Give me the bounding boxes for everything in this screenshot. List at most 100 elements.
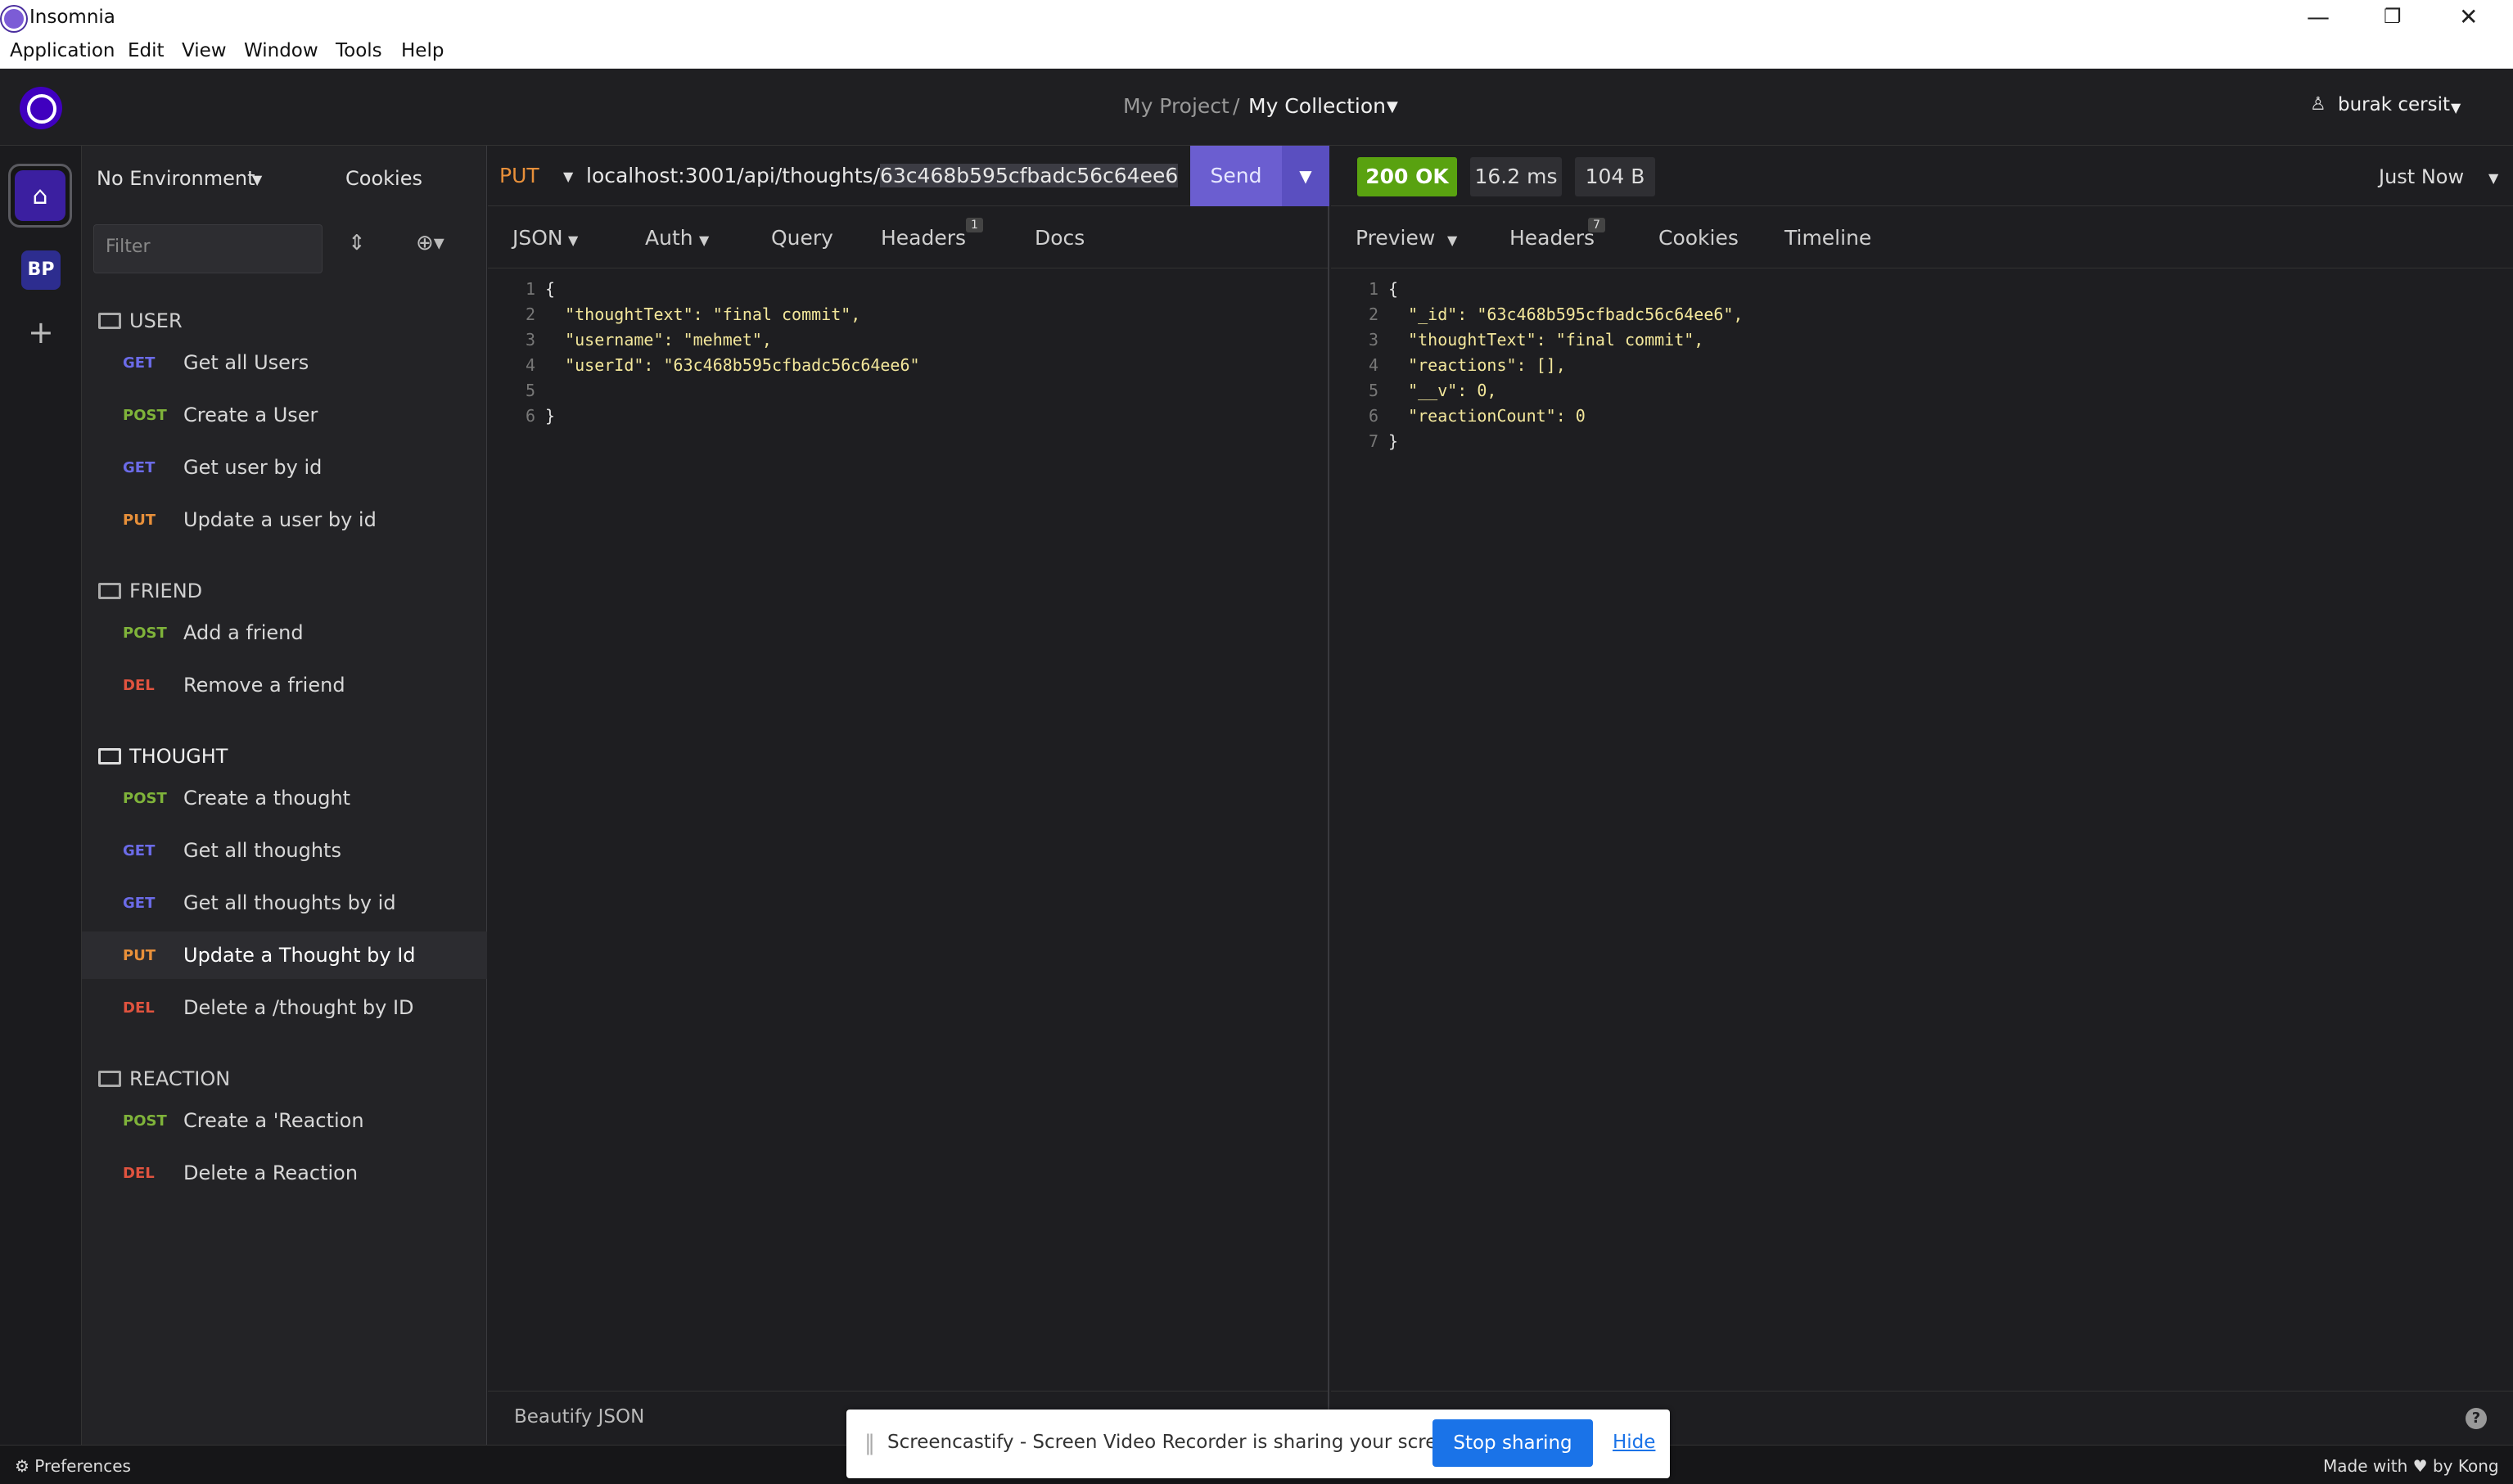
code-text: "__v": 0, bbox=[1388, 381, 1497, 400]
method-badge: DEL bbox=[123, 676, 155, 694]
line-number: 6 bbox=[525, 406, 535, 426]
url-bar: PUT ▼ localhost:3001/api/thoughts/63c468… bbox=[488, 146, 1329, 206]
request-item[interactable]: POST Create a 'Reaction bbox=[123, 1097, 475, 1144]
breadcrumb-project[interactable]: My Project bbox=[1123, 94, 1229, 118]
request-item[interactable]: POST Create a thought bbox=[123, 774, 475, 822]
response-body-viewer[interactable]: 1{ 2 "_id": "63c468b595cfbadc56c64ee6", … bbox=[1354, 277, 2418, 454]
add-workspace-icon[interactable]: + bbox=[28, 314, 54, 350]
request-item[interactable]: DEL Delete a Reaction bbox=[123, 1149, 475, 1197]
line-number: 3 bbox=[1368, 330, 1378, 350]
tab-docs[interactable]: Docs bbox=[1035, 226, 1085, 250]
menu-edit[interactable]: Edit bbox=[128, 40, 165, 61]
collection-chevron-down-icon[interactable]: ▼ bbox=[1387, 98, 1398, 115]
tab-preview[interactable]: Preview bbox=[1356, 226, 1435, 250]
request-item[interactable]: PUT Update a user by id bbox=[123, 496, 475, 544]
method-selector[interactable]: PUT bbox=[499, 164, 539, 187]
hide-link[interactable]: Hide bbox=[1613, 1432, 1655, 1453]
add-request-icon[interactable]: ⊕▾ bbox=[416, 231, 444, 255]
line-number: 1 bbox=[525, 279, 535, 299]
breadcrumb-collection[interactable]: My Collection bbox=[1248, 94, 1386, 118]
environment-chevron-down-icon[interactable]: ▼ bbox=[252, 172, 262, 187]
tab-timeline[interactable]: Timeline bbox=[1784, 226, 1871, 250]
preferences-button[interactable]: ⚙ Preferences bbox=[15, 1456, 131, 1476]
home-button[interactable]: ⌂ bbox=[8, 164, 72, 228]
tab-headers[interactable]: Headers 1 bbox=[881, 218, 983, 250]
tab-response-headers[interactable]: Headers 7 bbox=[1509, 218, 1605, 250]
help-icon[interactable]: ? bbox=[2466, 1408, 2487, 1429]
code-line: 5 "__v": 0, bbox=[1354, 378, 2418, 404]
line-number: 3 bbox=[525, 330, 535, 350]
request-body-editor[interactable]: 1{ 2 "thoughtText": "final commit", 3 "u… bbox=[511, 277, 1247, 429]
send-button[interactable]: Send bbox=[1190, 146, 1282, 206]
code-line: 7} bbox=[1354, 429, 2418, 454]
folder-thought[interactable]: THOUGHT bbox=[98, 745, 228, 768]
folder-reaction[interactable]: REACTION bbox=[98, 1067, 230, 1090]
tab-response-cookies[interactable]: Cookies bbox=[1658, 226, 1739, 250]
request-item[interactable]: DEL Remove a friend bbox=[123, 661, 475, 709]
method-badge: GET bbox=[123, 354, 156, 372]
tab-auth[interactable]: Auth bbox=[645, 226, 693, 250]
drag-handle-icon[interactable]: ‖ bbox=[864, 1431, 875, 1455]
code-line: 6} bbox=[511, 404, 1247, 429]
request-name: Get user by id bbox=[183, 456, 323, 479]
close-button[interactable]: ✕ bbox=[2459, 3, 2478, 30]
request-name: Update a user by id bbox=[183, 508, 377, 531]
cookies-button[interactable]: Cookies bbox=[345, 167, 422, 190]
request-item[interactable]: GET Get all thoughts by id bbox=[123, 879, 475, 927]
response-meta-bar: 200 OK 16.2 ms 104 B Just Now ▼ bbox=[1331, 146, 2513, 206]
menu-tools[interactable]: Tools bbox=[336, 40, 382, 61]
workspace-rail: ⌂ BP + bbox=[0, 146, 82, 1445]
request-item[interactable]: GET Get all thoughts bbox=[123, 827, 475, 874]
response-time: 16.2 ms bbox=[1470, 157, 1562, 196]
code-line: 6 "reactionCount": 0 bbox=[1354, 404, 2418, 429]
code-line: 4 "userId": "63c468b595cfbadc56c64ee6" bbox=[511, 353, 1247, 378]
minimize-button[interactable]: — bbox=[2307, 3, 2330, 30]
url-input[interactable]: localhost:3001/api/thoughts/63c468b595cf… bbox=[586, 164, 1179, 187]
user-menu[interactable]: burak cersit bbox=[2338, 94, 2450, 115]
request-item[interactable]: POST Create a User bbox=[123, 391, 475, 439]
folder-label: THOUGHT bbox=[129, 745, 228, 768]
send-options-chevron-down-icon[interactable]: ▼ bbox=[1282, 146, 1329, 206]
method-badge: DEL bbox=[123, 1164, 155, 1182]
tab-query[interactable]: Query bbox=[771, 226, 833, 250]
menu-help[interactable]: Help bbox=[401, 40, 444, 61]
request-item[interactable]: GET Get user by id bbox=[123, 444, 475, 491]
menu-window[interactable]: Window bbox=[244, 40, 318, 61]
method-badge: GET bbox=[123, 458, 156, 476]
request-item[interactable]: GET Get all Users bbox=[123, 339, 475, 386]
line-number: 6 bbox=[1368, 406, 1378, 426]
sort-icon[interactable]: ⇕ bbox=[348, 231, 366, 255]
history-chevron-down-icon[interactable]: ▼ bbox=[2488, 170, 2498, 186]
made-with-kong[interactable]: Made with ♥ by Kong bbox=[2323, 1456, 2499, 1476]
folder-user[interactable]: USER bbox=[98, 309, 183, 332]
history-selector[interactable]: Just Now bbox=[2379, 165, 2464, 188]
tab-body-json[interactable]: JSON bbox=[512, 226, 563, 250]
method-badge: POST bbox=[123, 406, 167, 424]
restore-button[interactable]: ❐ bbox=[2384, 5, 2402, 28]
request-name: Delete a /thought by ID bbox=[183, 996, 414, 1019]
request-item-active[interactable]: PUT Update a Thought by Id bbox=[82, 931, 487, 979]
user-chevron-down-icon[interactable]: ▼ bbox=[2451, 100, 2461, 115]
folder-icon bbox=[98, 583, 121, 599]
screen-share-notification: ‖ Screencastify - Screen Video Recorder … bbox=[846, 1410, 1670, 1478]
environment-selector[interactable]: No Environment bbox=[97, 167, 255, 190]
folder-friend[interactable]: FRIEND bbox=[98, 580, 202, 602]
workspace-badge[interactable]: BP bbox=[21, 250, 61, 290]
request-tabs: JSON ▼ Auth ▼ Query Headers 1 Docs bbox=[488, 206, 1328, 268]
menu-view[interactable]: View bbox=[182, 40, 227, 61]
url-id-selected: 63c468b595cfbadc56c64ee6 bbox=[880, 164, 1179, 187]
headers-label: Headers bbox=[881, 226, 967, 250]
method-chevron-down-icon[interactable]: ▼ bbox=[563, 169, 573, 184]
menu-application[interactable]: Application bbox=[10, 40, 115, 61]
request-item[interactable]: DEL Delete a /thought by ID bbox=[123, 984, 475, 1031]
auth-chevron-down-icon[interactable]: ▼ bbox=[699, 232, 709, 248]
request-item[interactable]: POST Add a friend bbox=[123, 609, 475, 656]
insomnia-logo[interactable] bbox=[20, 87, 62, 129]
beautify-json-button[interactable]: Beautify JSON bbox=[514, 1406, 644, 1428]
window-title: Insomnia bbox=[29, 7, 115, 28]
preview-chevron-down-icon[interactable]: ▼ bbox=[1447, 232, 1457, 248]
response-tabs: Preview ▼ Headers 7 Cookies Timeline bbox=[1331, 206, 2513, 268]
body-chevron-down-icon[interactable]: ▼ bbox=[568, 232, 578, 248]
filter-input[interactable]: Filter bbox=[93, 224, 323, 273]
stop-sharing-button[interactable]: Stop sharing bbox=[1432, 1419, 1593, 1467]
